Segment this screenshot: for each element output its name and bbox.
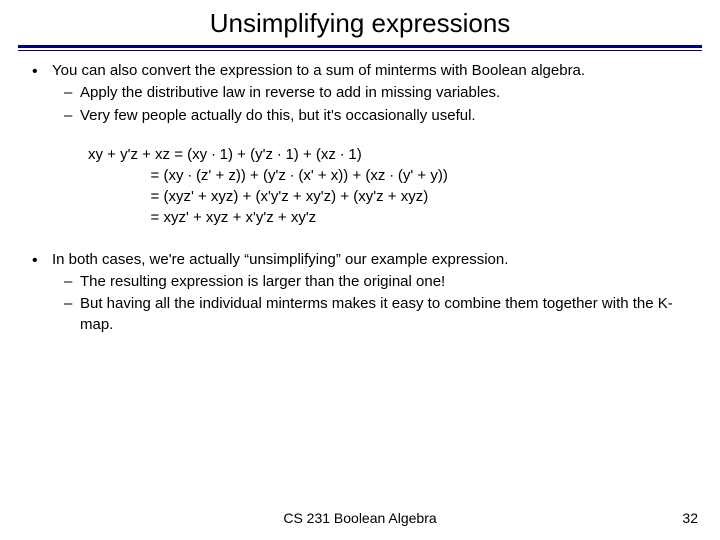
bullet-1-sub-2: Very few people actually do this, but it… <box>52 106 692 126</box>
equation-pad-4 <box>88 207 151 228</box>
slide: Unsimplifying expressions You can also c… <box>0 0 720 540</box>
equation-pad-2 <box>88 165 151 186</box>
page-title: Unsimplifying expressions <box>0 0 720 43</box>
equation-line-2: = (xy ∙ (z' + z)) + (y'z ∙ (x' + x)) + (… <box>151 165 448 186</box>
equation-line-1: = (xy ∙ 1) + (y'z ∙ 1) + (xz ∙ 1) <box>174 144 362 165</box>
footer-page-number: 32 <box>682 510 698 526</box>
equation-block: xy + y'z + xz = (xy ∙ 1) + (y'z ∙ 1) + (… <box>88 144 692 228</box>
equation-line-4: = xyz' + xyz + x'y'z + xy'z <box>151 207 317 228</box>
bullet-1-sub-1: Apply the distributive law in reverse to… <box>52 83 692 103</box>
bullet-1-text: You can also convert the expression to a… <box>52 62 585 79</box>
equation-line-3: = (xyz' + xyz) + (x'y'z + xy'z) + (xy'z … <box>151 186 429 207</box>
content-area: You can also convert the expression to a… <box>0 51 720 335</box>
bullet-2-text: In both cases, we're actually “unsimplif… <box>52 251 508 268</box>
bullet-2-sub-1: The resulting expression is larger than … <box>52 272 692 292</box>
bullet-2-sub-2: But having all the individual minterms m… <box>52 294 692 335</box>
equation-pad-3 <box>88 186 151 207</box>
footer-course: CS 231 Boolean Algebra <box>0 510 720 526</box>
bullet-1: You can also convert the expression to a… <box>28 61 692 126</box>
equation-lhs: xy + y'z + xz <box>88 144 174 165</box>
bullet-2: In both cases, we're actually “unsimplif… <box>28 250 692 335</box>
